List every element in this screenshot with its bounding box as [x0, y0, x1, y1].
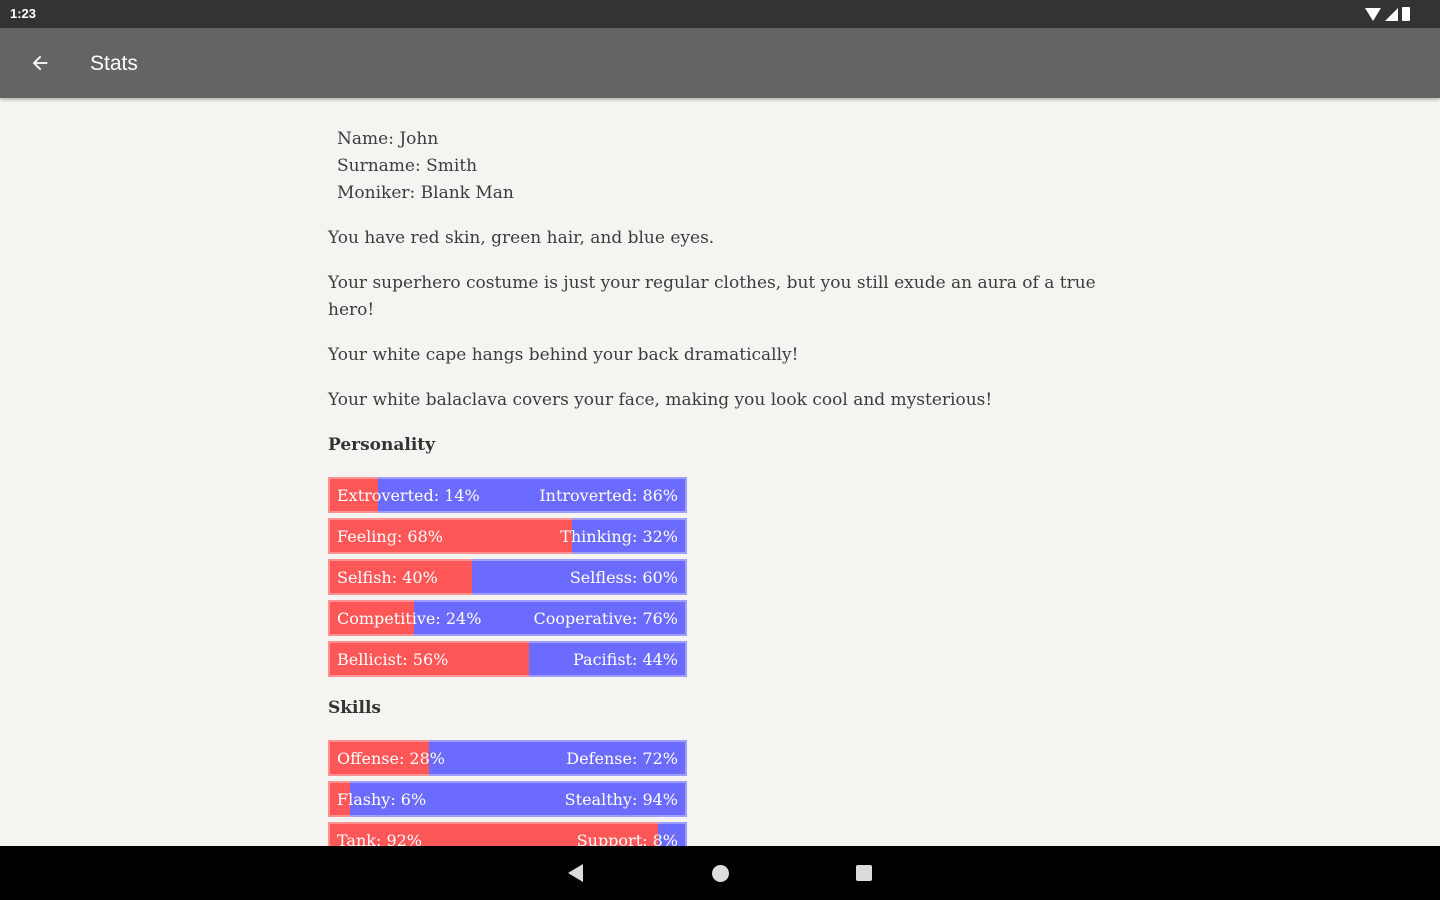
bar-right-label: Cooperative: 76%	[533, 609, 679, 628]
nav-home-button[interactable]	[708, 861, 732, 885]
personality-bars: Extroverted: 14% Introverted: 86% Feelin…	[328, 477, 1098, 677]
bar-right-label: Stealthy: 94%	[564, 790, 678, 809]
bar-left-label: Feeling: 68%	[337, 527, 443, 546]
back-button[interactable]	[18, 41, 62, 85]
battery-icon	[1402, 7, 1410, 21]
stat-bar-offense: Offense: 28% Defense: 72%	[328, 740, 687, 776]
name-line: Name: John	[337, 129, 439, 149]
nav-recents-button[interactable]	[852, 861, 876, 885]
stat-bar-flashiness: Flashy: 6% Stealthy: 94%	[328, 781, 687, 817]
page-title: Stats	[90, 52, 138, 75]
skills-bars: Offense: 28% Defense: 72% Flashy: 6% Ste…	[328, 740, 1098, 858]
moniker-line: Moniker: Blank Man	[337, 183, 514, 203]
nav-back-button[interactable]	[563, 861, 587, 885]
skills-heading: Skills	[328, 698, 382, 718]
wifi-icon	[1365, 7, 1381, 21]
surname-line: Surname: Smith	[337, 156, 478, 176]
bar-right-label: Thinking: 32%	[560, 527, 678, 546]
bar-left-label: Bellicist: 56%	[337, 650, 449, 669]
identity-block: Name: John Surname: Smith Moniker: Blank…	[328, 126, 1098, 207]
bar-right-label: Pacifist: 44%	[572, 650, 678, 669]
status-icons	[1365, 7, 1410, 21]
bar-left-label: Extroverted: 14%	[337, 486, 480, 505]
bar-left-label: Selfish: 40%	[337, 568, 438, 587]
status-time: 1:23	[10, 6, 37, 21]
stat-bar-competitiveness: Competitive: 24% Cooperative: 76%	[328, 600, 687, 636]
stat-bar-selfishness: Selfish: 40% Selfless: 60%	[328, 559, 687, 595]
bar-right-label: Selfless: 60%	[569, 568, 678, 587]
bar-left-label: Competitive: 24%	[337, 609, 482, 628]
stats-content: Name: John Surname: Smith Moniker: Blank…	[328, 126, 1098, 876]
status-bar: 1:23	[0, 0, 1440, 28]
stat-bar-bellicism: Bellicist: 56% Pacifist: 44%	[328, 641, 687, 677]
stat-bar-feeling: Feeling: 68% Thinking: 32%	[328, 518, 687, 554]
bar-right-label: Introverted: 86%	[539, 486, 678, 505]
nav-home-icon	[711, 864, 729, 882]
nav-back-icon	[567, 864, 583, 882]
nav-recents-icon	[856, 865, 872, 881]
costume-text: Your superhero costume is just your regu…	[328, 273, 1096, 320]
signal-icon	[1385, 7, 1398, 21]
bar-left-label: Offense: 28%	[337, 749, 445, 768]
navigation-bar	[0, 846, 1440, 900]
bar-right-label: Defense: 72%	[566, 749, 678, 768]
app-bar: Stats	[0, 28, 1440, 98]
mask-text: Your white balaclava covers your face, m…	[328, 390, 993, 410]
arrow-left-icon	[32, 55, 48, 71]
bar-left-label: Flashy: 6%	[337, 790, 427, 809]
cape-text: Your white cape hangs behind your back d…	[328, 345, 799, 365]
appearance-text: You have red skin, green hair, and blue …	[328, 228, 715, 248]
stat-bar-extroversion: Extroverted: 14% Introverted: 86%	[328, 477, 687, 513]
personality-heading: Personality	[328, 435, 436, 455]
